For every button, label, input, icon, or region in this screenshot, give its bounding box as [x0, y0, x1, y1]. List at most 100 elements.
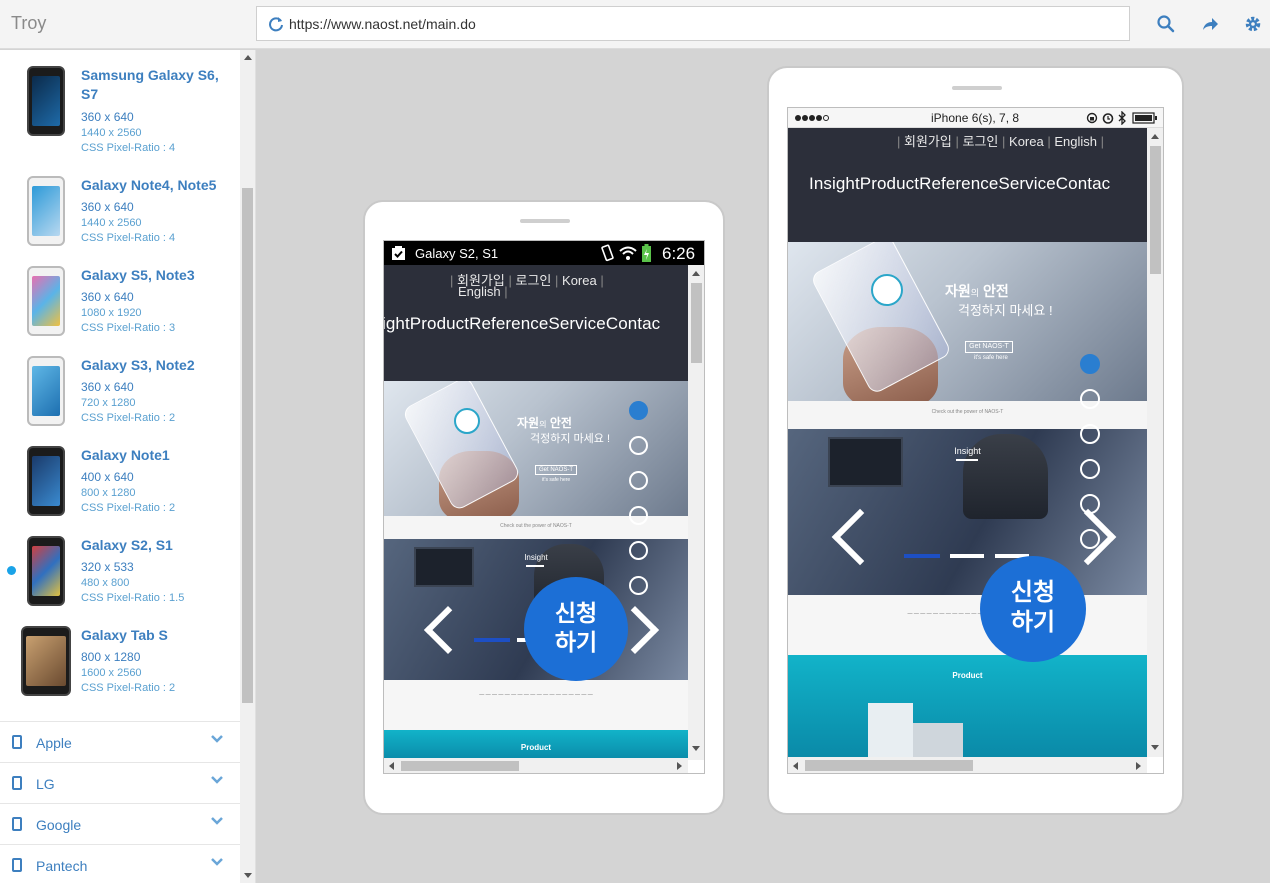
- device-item-galaxy-tab-s[interactable]: Galaxy Tab S 800 x 1280 1600 x 2560 CSS …: [0, 626, 240, 716]
- slide-indicator[interactable]: [950, 554, 984, 558]
- header-links: | 회원가입 | 로그인 | Korea | English |: [897, 134, 1105, 149]
- link-english[interactable]: English: [1054, 134, 1097, 149]
- hero-small-text: it's safe here: [974, 355, 1008, 361]
- scrollbar-thumb[interactable]: [1150, 146, 1161, 274]
- scroll-up-arrow[interactable]: [692, 271, 700, 276]
- slide-prev-arrow[interactable]: [831, 508, 889, 566]
- preview-horizontal-scrollbar[interactable]: [788, 757, 1147, 773]
- link-login[interactable]: 로그인: [516, 273, 552, 288]
- scrollbar-thumb[interactable]: [401, 761, 519, 771]
- slide-indicator-active[interactable]: [904, 554, 940, 558]
- apply-cta-button[interactable]: 신청 하기: [524, 577, 628, 681]
- section-dot-4[interactable]: [1080, 459, 1100, 479]
- iphone-preview-screen[interactable]: iPhone 6(s), 7, 8 | 회원가입 | 로그인 | Korea |…: [787, 107, 1164, 774]
- section-dot-3[interactable]: [629, 471, 648, 490]
- category-google[interactable]: Google: [0, 803, 240, 844]
- chevron-down-icon: [211, 858, 223, 866]
- status-device-label: iPhone 6(s), 7, 8: [931, 111, 1020, 125]
- device-item-galaxy-note4[interactable]: Galaxy Note4, Note5 360 x 640 1440 x 256…: [0, 176, 240, 266]
- device-name: Galaxy Note4, Note5: [81, 177, 217, 193]
- sidebar-scrollbar[interactable]: [240, 50, 255, 883]
- section-dot-4[interactable]: [629, 506, 648, 525]
- scroll-up-arrow[interactable]: [1151, 134, 1159, 139]
- alarm-icon: [1102, 113, 1114, 124]
- device-speaker: [520, 219, 570, 223]
- device-item-galaxy-s6[interactable]: Samsung Galaxy S6, S7 360 x 640 1440 x 2…: [0, 66, 240, 156]
- category-label: Google: [36, 817, 82, 833]
- category-apple[interactable]: Apple: [0, 721, 240, 762]
- device-item-galaxy-note1[interactable]: Galaxy Note1 400 x 640 800 x 1280 CSS Pi…: [0, 446, 240, 536]
- site-nav[interactable]: InsightProductReferenceServiceContac: [809, 174, 1110, 194]
- preview-vertical-scrollbar[interactable]: [1147, 128, 1163, 757]
- chevron-down-icon: [211, 735, 223, 743]
- device-item-galaxy-s5[interactable]: Galaxy S5, Note3 360 x 640 1080 x 1920 C…: [0, 266, 240, 356]
- search-icon[interactable]: [1156, 14, 1176, 34]
- device-resolution: 360 x 640: [81, 290, 134, 304]
- device-physical-resolution: 1080 x 1920: [81, 307, 142, 319]
- scroll-left-arrow[interactable]: [389, 762, 394, 770]
- link-korea[interactable]: Korea: [562, 273, 597, 288]
- hero-button[interactable]: Get NAOS-T: [535, 465, 577, 475]
- hero-title: 자원의 안전: [945, 283, 1009, 299]
- slide-prev-arrow[interactable]: [423, 605, 473, 655]
- gear-icon[interactable]: [1243, 14, 1263, 34]
- device-thumbnail: [21, 626, 71, 696]
- section-dot-6[interactable]: [629, 576, 648, 595]
- device-thumbnail: [27, 266, 65, 336]
- category-lg[interactable]: LG: [0, 762, 240, 803]
- mobile-icon: [12, 776, 22, 790]
- hero-title: 자원의 안전: [517, 416, 572, 430]
- section-dot-6[interactable]: [1080, 529, 1100, 549]
- link-login[interactable]: 로그인: [963, 134, 999, 149]
- slide-indicator-active[interactable]: [474, 638, 510, 642]
- section-dot-1[interactable]: [629, 401, 648, 420]
- share-icon[interactable]: [1200, 14, 1220, 34]
- section-dot-1[interactable]: [1080, 354, 1100, 374]
- link-english[interactable]: English: [458, 284, 501, 299]
- battery-charging-icon: [642, 244, 651, 262]
- device-physical-resolution: 1600 x 2560: [81, 667, 142, 679]
- device-resolution: 320 x 533: [81, 560, 134, 574]
- scrollbar-thumb[interactable]: [242, 188, 253, 703]
- scroll-down-arrow[interactable]: [1151, 745, 1159, 750]
- link-korea[interactable]: Korea: [1009, 134, 1044, 149]
- category-pantech[interactable]: Pantech: [0, 844, 240, 883]
- scroll-right-arrow[interactable]: [1136, 762, 1141, 770]
- site-header: | 회원가입 | 로그인 | Korea | English | Insight…: [788, 128, 1147, 242]
- status-time: 6:26: [662, 244, 696, 263]
- device-name: Galaxy Tab S: [81, 627, 168, 643]
- wifi-icon: [619, 246, 637, 260]
- quote-text: — — — — — — — — — — — — — — — — — —: [479, 692, 593, 698]
- scrollbar-thumb[interactable]: [805, 760, 973, 771]
- url-bar[interactable]: https://www.naost.net/main.do: [256, 6, 1130, 41]
- scroll-down-arrow[interactable]: [244, 873, 252, 878]
- link-signup[interactable]: 회원가입: [904, 134, 952, 149]
- device-item-galaxy-s2[interactable]: Galaxy S2, S1 320 x 533 480 x 800 CSS Pi…: [0, 536, 240, 626]
- scroll-down-arrow[interactable]: [692, 746, 700, 751]
- device-physical-resolution: 480 x 800: [81, 577, 130, 589]
- section-dot-2[interactable]: [1080, 389, 1100, 409]
- device-item-galaxy-s3[interactable]: Galaxy S3, Note2 360 x 640 720 x 1280 CS…: [0, 356, 240, 446]
- category-label: Pantech: [36, 858, 88, 874]
- scroll-up-arrow[interactable]: [244, 55, 252, 60]
- apply-cta-button[interactable]: 신청 하기: [980, 556, 1086, 662]
- site-nav[interactable]: ightProductReferenceServiceContac: [384, 314, 660, 334]
- section-dot-2[interactable]: [629, 436, 648, 455]
- server-image: [868, 703, 913, 757]
- scrollbar-thumb[interactable]: [691, 283, 702, 363]
- section-dot-5[interactable]: [1080, 494, 1100, 514]
- hero-button[interactable]: Get NAOS-T: [965, 341, 1013, 353]
- section-dot-5[interactable]: [629, 541, 648, 560]
- scroll-right-arrow[interactable]: [677, 762, 682, 770]
- preview-horizontal-scrollbar[interactable]: [384, 758, 688, 773]
- device-name: Galaxy S3, Note2: [81, 357, 195, 373]
- galaxy-preview-screen[interactable]: Galaxy S2, S1 6:26 | 회원가입 | 로그인 | Korea …: [383, 240, 705, 774]
- refresh-icon[interactable]: [268, 16, 284, 32]
- device-resolution: 360 x 640: [81, 110, 134, 124]
- scroll-left-arrow[interactable]: [793, 762, 798, 770]
- device-resolution: 800 x 1280: [81, 650, 141, 664]
- device-image: [913, 723, 963, 757]
- url-text[interactable]: https://www.naost.net/main.do: [289, 16, 476, 32]
- preview-vertical-scrollbar[interactable]: [688, 265, 704, 760]
- section-dot-3[interactable]: [1080, 424, 1100, 444]
